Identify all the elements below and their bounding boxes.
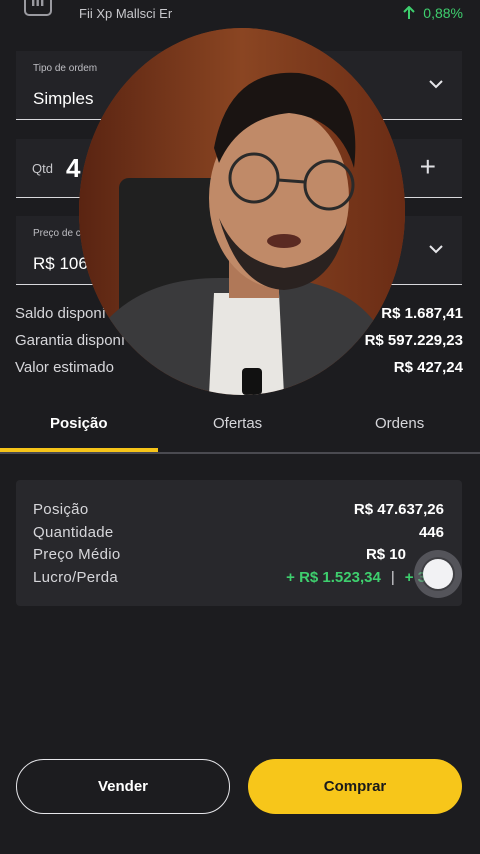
- lucro-value: + R$ 1.523,34: [286, 569, 381, 586]
- active-tab-indicator: [0, 448, 158, 452]
- arrow-up-icon: [403, 6, 416, 19]
- asset-name: Fii Xp Mallsci Er: [79, 6, 173, 21]
- sell-button[interactable]: Vender: [16, 759, 230, 814]
- buy-button[interactable]: Comprar: [248, 759, 462, 814]
- quantity-label: Qtd: [32, 161, 53, 176]
- price-value: R$ 106: [33, 254, 88, 273]
- lucro-separator: |: [390, 569, 395, 586]
- plus-icon[interactable]: +: [420, 153, 436, 181]
- position-tabs: Posição Ofertas Ordens: [0, 406, 480, 454]
- position-card: Posição R$ 47.637,26 Quantidade 446 Preç…: [16, 480, 462, 606]
- valor-estimado-label: Valor estimado: [15, 359, 114, 376]
- posicao-label: Posição: [33, 501, 89, 518]
- chevron-down-icon: [429, 80, 443, 89]
- garantia-label: Garantia disponí: [15, 332, 126, 349]
- price-label: Preço de c: [33, 228, 81, 239]
- price-change: 0,88%: [403, 5, 463, 21]
- price-change-value: 0,88%: [423, 5, 463, 21]
- quantidade-label: Quantidade: [33, 524, 114, 541]
- chart-bars-icon: [24, 0, 52, 16]
- tab-ofertas[interactable]: Ofertas: [213, 415, 262, 432]
- valor-estimado-value: R$ 427,24: [393, 359, 463, 376]
- chevron-down-icon[interactable]: [428, 244, 444, 254]
- order-type-value: Simples: [33, 89, 94, 108]
- lucro-label: Lucro/Perda: [33, 569, 119, 586]
- assistive-touch-button[interactable]: [414, 550, 462, 598]
- tab-posicao[interactable]: Posição: [50, 415, 108, 432]
- preco-medio-value: R$ 10: [365, 546, 406, 563]
- order-type-label: Tipo de ordem: [33, 63, 98, 74]
- tab-ordens[interactable]: Ordens: [375, 415, 424, 432]
- preco-medio-label: Preço Médio: [33, 546, 121, 563]
- saldo-label: Saldo disponí: [15, 305, 106, 322]
- posicao-value: R$ 47.637,26: [353, 501, 444, 518]
- asset-header: Fii Xp Mallsci Er 0,88%: [0, 0, 480, 30]
- quantidade-value: 446: [418, 524, 444, 541]
- garantia-value: R$ 597.229,23: [364, 332, 463, 349]
- quantity-input[interactable]: 4: [66, 153, 80, 184]
- saldo-value: R$ 1.687,41: [381, 305, 463, 322]
- lucro-values: + R$ 1.523,34|+ 3: [286, 569, 426, 586]
- webcam-overlay: [79, 28, 405, 395]
